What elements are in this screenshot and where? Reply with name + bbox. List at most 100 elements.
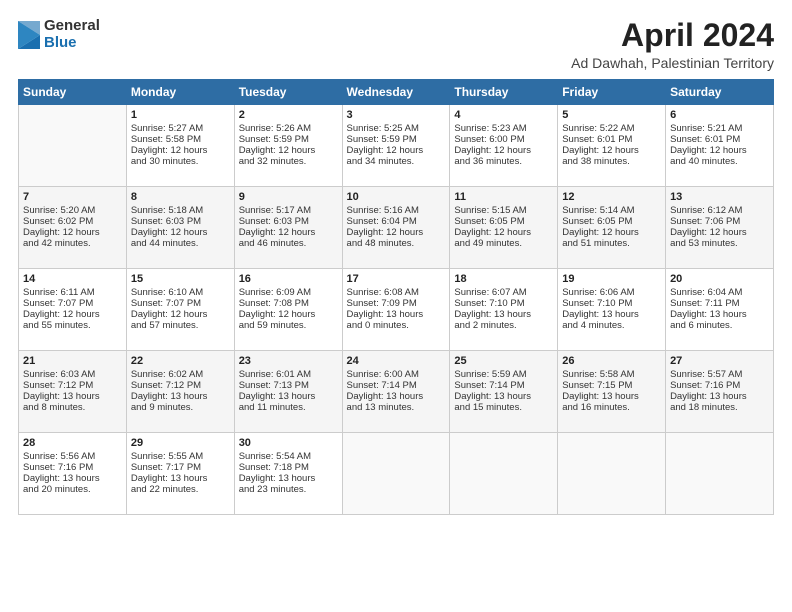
day-info: Sunset: 7:08 PM [239, 298, 338, 309]
day-number: 24 [347, 355, 446, 367]
day-info: Sunset: 7:07 PM [23, 298, 122, 309]
day-info: Sunset: 7:16 PM [670, 380, 769, 391]
day-info: Sunrise: 6:00 AM [347, 369, 446, 380]
day-info: and 57 minutes. [131, 320, 230, 331]
day-info: Sunrise: 5:56 AM [23, 451, 122, 462]
calendar-cell: 3Sunrise: 5:25 AMSunset: 5:59 PMDaylight… [342, 105, 450, 187]
day-info: and 13 minutes. [347, 402, 446, 413]
calendar-week-4: 21Sunrise: 6:03 AMSunset: 7:12 PMDayligh… [19, 351, 774, 433]
day-info: Sunrise: 5:21 AM [670, 123, 769, 134]
day-info: Sunset: 6:03 PM [239, 216, 338, 227]
day-info: Daylight: 12 hours [239, 227, 338, 238]
day-info: Daylight: 13 hours [454, 391, 553, 402]
day-number: 13 [670, 191, 769, 203]
day-number: 12 [562, 191, 661, 203]
day-info: and 36 minutes. [454, 156, 553, 167]
day-info: Sunrise: 5:26 AM [239, 123, 338, 134]
calendar-cell: 4Sunrise: 5:23 AMSunset: 6:00 PMDaylight… [450, 105, 558, 187]
day-number: 11 [454, 191, 553, 203]
calendar-cell: 5Sunrise: 5:22 AMSunset: 6:01 PMDaylight… [558, 105, 666, 187]
day-number: 9 [239, 191, 338, 203]
calendar-cell: 6Sunrise: 5:21 AMSunset: 6:01 PMDaylight… [666, 105, 774, 187]
logo: General Blue [18, 18, 100, 51]
day-info: Sunset: 6:00 PM [454, 134, 553, 145]
title-block: April 2024 Ad Dawhah, Palestinian Territ… [571, 18, 774, 71]
calendar-cell: 7Sunrise: 5:20 AMSunset: 6:02 PMDaylight… [19, 187, 127, 269]
day-number: 18 [454, 273, 553, 285]
day-info: Daylight: 13 hours [239, 391, 338, 402]
day-info: Sunset: 7:07 PM [131, 298, 230, 309]
day-info: and 38 minutes. [562, 156, 661, 167]
day-info: Sunset: 5:58 PM [131, 134, 230, 145]
day-info: and 32 minutes. [239, 156, 338, 167]
day-info: Sunset: 7:12 PM [23, 380, 122, 391]
header-wednesday: Wednesday [342, 80, 450, 105]
day-info: Sunset: 5:59 PM [347, 134, 446, 145]
day-info: Daylight: 12 hours [131, 227, 230, 238]
day-info: Sunset: 6:05 PM [454, 216, 553, 227]
day-number: 8 [131, 191, 230, 203]
day-info: Daylight: 12 hours [23, 227, 122, 238]
calendar-cell: 28Sunrise: 5:56 AMSunset: 7:16 PMDayligh… [19, 433, 127, 515]
day-info: Sunrise: 5:55 AM [131, 451, 230, 462]
day-number: 27 [670, 355, 769, 367]
header-thursday: Thursday [450, 80, 558, 105]
day-number: 16 [239, 273, 338, 285]
calendar-cell: 2Sunrise: 5:26 AMSunset: 5:59 PMDaylight… [234, 105, 342, 187]
calendar-cell: 18Sunrise: 6:07 AMSunset: 7:10 PMDayligh… [450, 269, 558, 351]
day-info: Sunrise: 6:01 AM [239, 369, 338, 380]
calendar-cell: 13Sunrise: 6:12 AMSunset: 7:06 PMDayligh… [666, 187, 774, 269]
calendar-week-1: 1Sunrise: 5:27 AMSunset: 5:58 PMDaylight… [19, 105, 774, 187]
day-info: Sunset: 7:12 PM [131, 380, 230, 391]
day-info: Daylight: 13 hours [454, 309, 553, 320]
day-number: 15 [131, 273, 230, 285]
day-info: Sunrise: 6:06 AM [562, 287, 661, 298]
location-subtitle: Ad Dawhah, Palestinian Territory [571, 55, 774, 71]
calendar-week-2: 7Sunrise: 5:20 AMSunset: 6:02 PMDaylight… [19, 187, 774, 269]
day-info: Sunrise: 6:11 AM [23, 287, 122, 298]
day-number: 6 [670, 109, 769, 121]
day-info: Sunset: 7:16 PM [23, 462, 122, 473]
calendar-cell [450, 433, 558, 515]
day-info: Sunset: 6:04 PM [347, 216, 446, 227]
day-info: Daylight: 12 hours [562, 145, 661, 156]
day-info: Sunset: 7:11 PM [670, 298, 769, 309]
day-info: Sunset: 7:14 PM [347, 380, 446, 391]
header-saturday: Saturday [666, 80, 774, 105]
calendar-cell: 11Sunrise: 5:15 AMSunset: 6:05 PMDayligh… [450, 187, 558, 269]
day-number: 17 [347, 273, 446, 285]
calendar-table: Sunday Monday Tuesday Wednesday Thursday… [18, 79, 774, 515]
day-info: Sunrise: 6:08 AM [347, 287, 446, 298]
calendar-cell: 20Sunrise: 6:04 AMSunset: 7:11 PMDayligh… [666, 269, 774, 351]
header-row: Sunday Monday Tuesday Wednesday Thursday… [19, 80, 774, 105]
calendar-cell: 16Sunrise: 6:09 AMSunset: 7:08 PMDayligh… [234, 269, 342, 351]
calendar-body: 1Sunrise: 5:27 AMSunset: 5:58 PMDaylight… [19, 105, 774, 515]
day-info: Sunset: 6:05 PM [562, 216, 661, 227]
day-info: and 48 minutes. [347, 238, 446, 249]
day-info: Daylight: 13 hours [562, 309, 661, 320]
day-info: Sunset: 7:18 PM [239, 462, 338, 473]
day-info: Daylight: 13 hours [670, 391, 769, 402]
day-info: Sunrise: 6:09 AM [239, 287, 338, 298]
header-sunday: Sunday [19, 80, 127, 105]
calendar-cell: 8Sunrise: 5:18 AMSunset: 6:03 PMDaylight… [126, 187, 234, 269]
day-number: 7 [23, 191, 122, 203]
day-number: 30 [239, 437, 338, 449]
day-info: and 59 minutes. [239, 320, 338, 331]
day-info: and 53 minutes. [670, 238, 769, 249]
day-info: Daylight: 12 hours [670, 145, 769, 156]
day-info: Daylight: 13 hours [131, 473, 230, 484]
calendar-cell: 14Sunrise: 6:11 AMSunset: 7:07 PMDayligh… [19, 269, 127, 351]
day-info: Sunrise: 6:10 AM [131, 287, 230, 298]
day-info: Daylight: 13 hours [23, 391, 122, 402]
calendar-cell [666, 433, 774, 515]
calendar-cell: 1Sunrise: 5:27 AMSunset: 5:58 PMDaylight… [126, 105, 234, 187]
day-info: Sunrise: 5:27 AM [131, 123, 230, 134]
day-info: Sunrise: 5:17 AM [239, 205, 338, 216]
day-number: 4 [454, 109, 553, 121]
day-number: 20 [670, 273, 769, 285]
day-number: 25 [454, 355, 553, 367]
calendar-cell: 29Sunrise: 5:55 AMSunset: 7:17 PMDayligh… [126, 433, 234, 515]
header-monday: Monday [126, 80, 234, 105]
day-info: and 49 minutes. [454, 238, 553, 249]
